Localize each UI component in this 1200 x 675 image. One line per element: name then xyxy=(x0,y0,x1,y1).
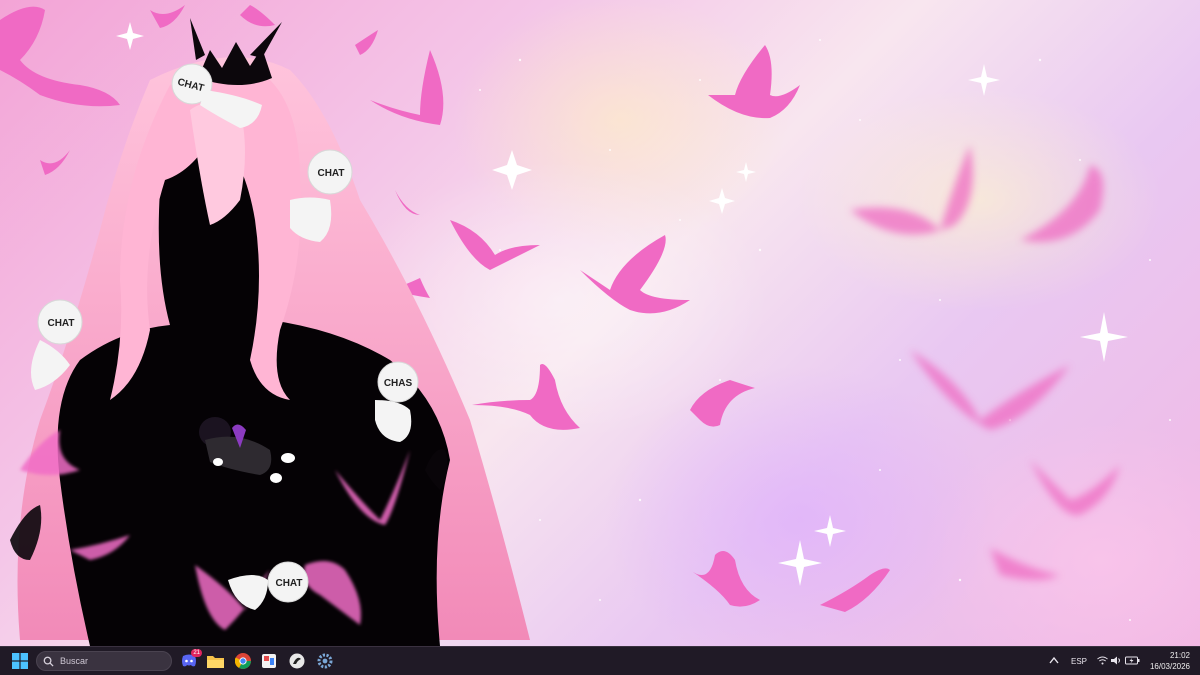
search-icon xyxy=(43,656,54,667)
wallpaper-art: CHAT CHAT CHAT CHAS CHAT xyxy=(0,5,1171,646)
blurred-butterflies xyxy=(850,145,1120,580)
discord-button[interactable]: 21 xyxy=(178,649,202,671)
search-box[interactable]: Buscar xyxy=(36,651,172,671)
speaker-icon xyxy=(1111,656,1120,665)
chat-label: CHAS xyxy=(384,378,413,389)
clip-studio-button[interactable] xyxy=(286,651,308,671)
language-indicator[interactable]: ESP xyxy=(1071,657,1087,666)
clip-studio-icon xyxy=(289,653,305,669)
chevron-up-icon xyxy=(1049,656,1059,664)
volume-button[interactable] xyxy=(1111,656,1122,667)
chrome-icon xyxy=(235,653,251,669)
wifi-icon xyxy=(1097,656,1108,665)
taskbar: Buscar 21 ESP 21:02 16/03/2026 xyxy=(0,646,1200,675)
paint-app-button[interactable] xyxy=(258,651,280,671)
windows-logo-icon xyxy=(12,653,28,669)
file-explorer-button[interactable] xyxy=(204,651,226,671)
notification-badge: 21 xyxy=(191,649,202,657)
clock[interactable]: 21:02 16/03/2026 xyxy=(1130,650,1190,672)
clock-date: 16/03/2026 xyxy=(1149,662,1190,671)
chrome-button[interactable] xyxy=(232,651,254,671)
settings-icon xyxy=(317,653,333,669)
start-button[interactable] xyxy=(9,651,31,671)
search-placeholder: Buscar xyxy=(60,656,89,666)
file-explorer-icon xyxy=(206,656,224,668)
wifi-button[interactable] xyxy=(1097,656,1108,667)
paint-app-icon xyxy=(262,654,276,668)
clock-time: 21:02 xyxy=(1169,651,1190,660)
chat-label: CHAT xyxy=(47,318,74,329)
desktop-wallpaper: CHAT CHAT CHAT CHAS CHAT xyxy=(0,0,1200,646)
chat-label: CHAT xyxy=(317,168,344,179)
glitter xyxy=(479,39,1171,621)
chat-label: CHAT xyxy=(275,578,302,589)
show-hidden-icons-button[interactable] xyxy=(1049,656,1059,666)
settings-button[interactable] xyxy=(314,651,336,671)
